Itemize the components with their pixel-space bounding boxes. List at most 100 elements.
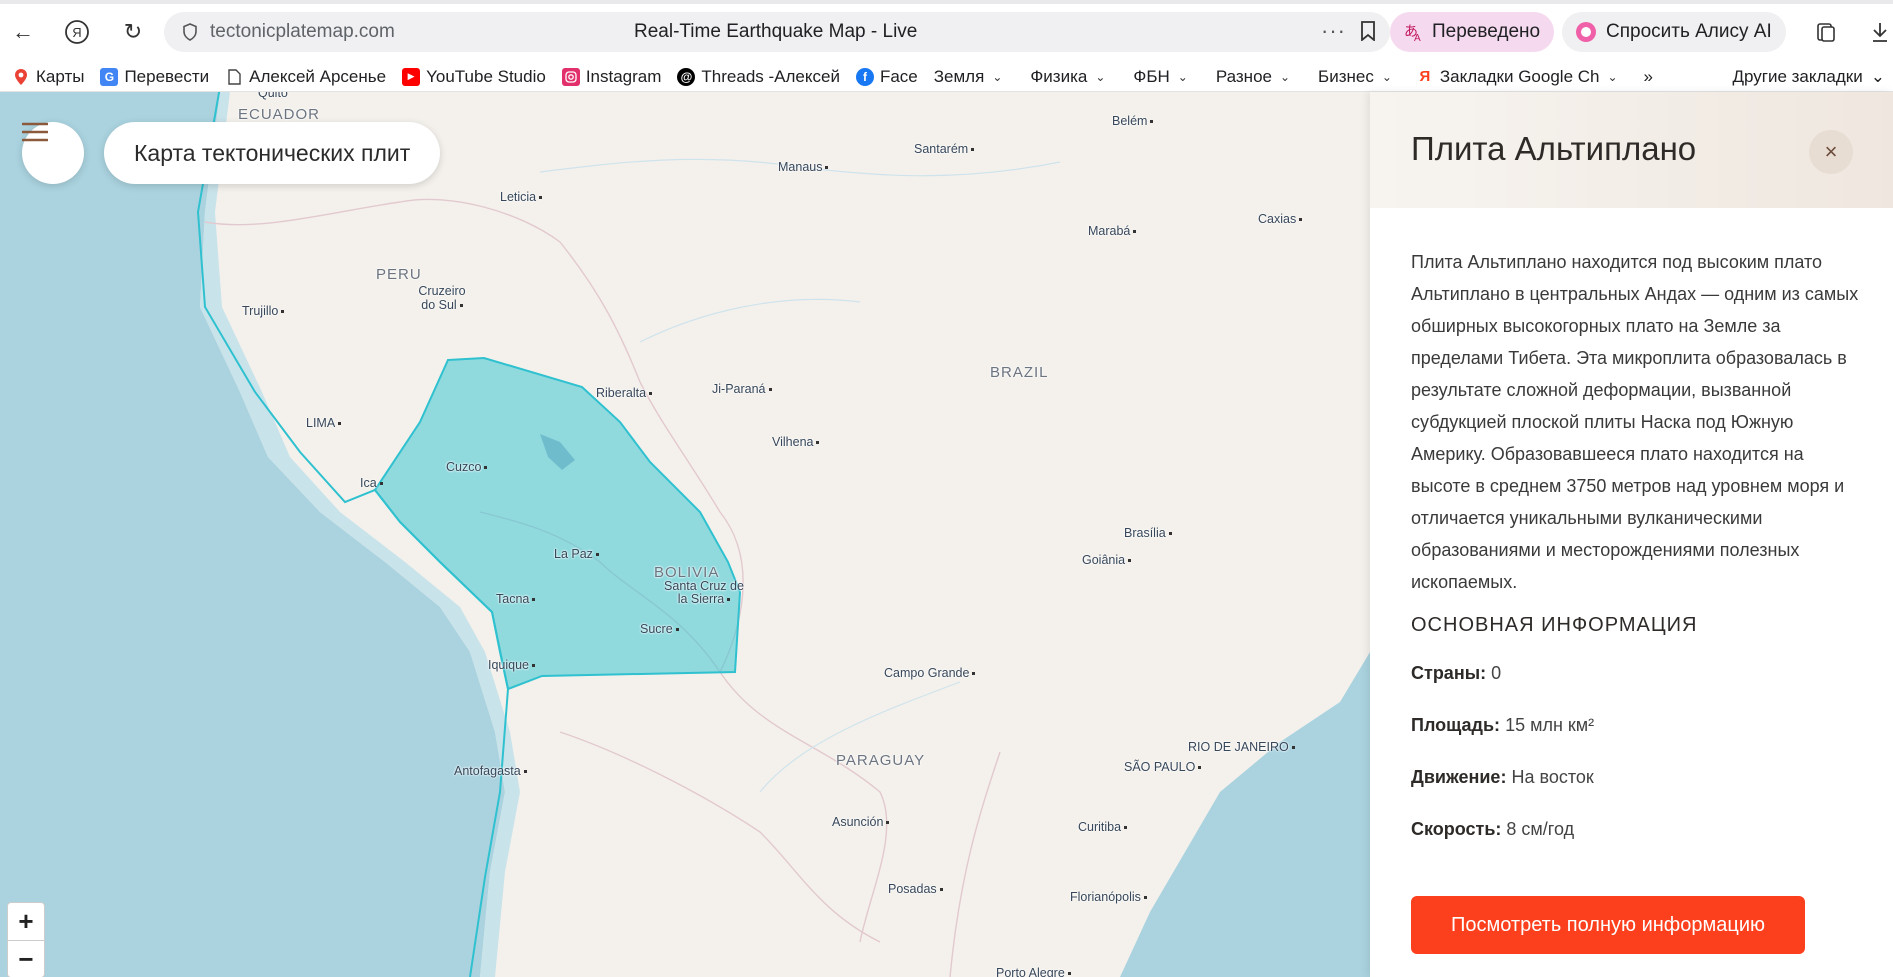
map-label: Santarém: [914, 142, 974, 156]
back-arrow-icon[interactable]: ←: [8, 17, 38, 47]
ask-alice-button[interactable]: Спросить Алису AI: [1562, 12, 1786, 52]
bookmark-label: Threads -Алексей: [701, 66, 840, 86]
map-label: Porto Alegre: [996, 966, 1071, 977]
panel-header: Плита Альтиплано ×: [1370, 92, 1893, 208]
bookmark-folder[interactable]: ФБН ⌄: [1133, 67, 1187, 87]
info-value: 15 млн км²: [1505, 715, 1595, 735]
collections-icon[interactable]: [1812, 18, 1840, 46]
zoom-control: + −: [7, 902, 45, 977]
plate-info-panel: Плита Альтиплано × Плита Альтиплано нахо…: [1370, 92, 1893, 977]
map-label: Riberalta: [596, 386, 652, 400]
bookmark-folder[interactable]: Земля ⌄: [934, 67, 1003, 87]
bookmark-item[interactable]: Карты: [12, 67, 84, 87]
map-label: Tacna: [496, 592, 535, 606]
bookmark-folder[interactable]: Физика ⌄: [1030, 67, 1105, 87]
info-row-speed: Скорость: 8 см/год: [1411, 819, 1574, 840]
bookmark-icon[interactable]: [1360, 21, 1376, 46]
svg-text:A: A: [1414, 33, 1421, 43]
chevron-down-icon: ⌄: [1279, 69, 1291, 84]
info-label: Движение:: [1411, 767, 1507, 787]
map-label: Vilhena: [772, 435, 819, 449]
map-label: PERU: [376, 266, 422, 283]
more-dots-icon[interactable]: ···: [1321, 18, 1346, 44]
other-bookmarks-label: Другие закладки: [1732, 66, 1863, 86]
info-row-countries: Страны: 0: [1411, 663, 1501, 684]
map-label: Iquique: [488, 658, 535, 672]
map-label: LIMA: [306, 416, 341, 430]
map-label: Cruzeiro do Sul: [412, 284, 472, 312]
url-text[interactable]: tectonicplatemap.com: [210, 21, 395, 43]
map-label: Ji-Paraná: [712, 382, 772, 396]
translated-badge[interactable]: あA Переведено: [1390, 12, 1555, 52]
bookmark-label: Закладки Google Ch: [1439, 66, 1600, 86]
view-full-info-button[interactable]: Посмотреть полную информацию: [1411, 896, 1805, 954]
translated-label: Переведено: [1432, 21, 1541, 42]
map-label: BRAZIL: [990, 364, 1049, 381]
map-label: Santa Cruz de la Sierra: [664, 579, 744, 606]
chevron-down-icon: ⌄: [1870, 66, 1885, 86]
hamburger-icon: [22, 122, 48, 142]
map-label: Asunción: [832, 815, 889, 829]
yandex-home-icon[interactable]: Я: [62, 17, 92, 47]
bookmark-item[interactable]: @ Threads -Алексей: [677, 67, 840, 87]
zoom-in-button[interactable]: +: [8, 903, 44, 940]
info-label: Площадь:: [1411, 715, 1501, 735]
translate-icon: あA: [1402, 21, 1424, 43]
map-label: Cuzco: [446, 460, 487, 474]
info-value: 8 см/год: [1506, 819, 1575, 839]
ask-alice-label: Спросить Алису AI: [1606, 21, 1772, 42]
youtube-icon: ▶: [402, 67, 421, 86]
bookmark-label: Алексей Арсенье: [249, 66, 387, 86]
map-canvas[interactable]: Карта тектонических плит ECUADOR Quito L…: [0, 92, 1370, 977]
overflow-chevron-icon: »: [1643, 66, 1654, 86]
bookmark-label: Физика: [1030, 66, 1088, 86]
close-icon: ×: [1824, 139, 1838, 164]
chevron-down-icon: ⌄: [1095, 69, 1106, 84]
bookmark-item[interactable]: G Перевести: [100, 67, 209, 87]
translate-icon: G: [100, 67, 119, 86]
map-label: La Paz: [554, 547, 599, 561]
page-title-text: Real-Time Earthquake Map - Live: [634, 21, 918, 42]
close-button[interactable]: ×: [1809, 130, 1853, 174]
info-label: Скорость:: [1411, 819, 1502, 839]
map-label: Sucre: [640, 622, 679, 636]
map-label: Belém: [1112, 114, 1153, 128]
map-label: Curitiba: [1078, 820, 1127, 834]
menu-button[interactable]: [22, 122, 84, 184]
bookmark-folder[interactable]: Разное ⌄: [1216, 67, 1290, 87]
panel-title: Плита Альтиплано: [1411, 130, 1697, 167]
info-value: На восток: [1511, 767, 1594, 787]
chevron-down-icon: ⌄: [1607, 69, 1618, 84]
bookmarks-overflow-button[interactable]: »: [1644, 67, 1653, 87]
info-label: Страны:: [1411, 663, 1487, 683]
map-label: Posadas: [888, 882, 943, 896]
map-label: Manaus: [778, 160, 828, 174]
map-label: Caxias: [1258, 212, 1302, 226]
bookmark-item[interactable]: Алексей Арсенье: [225, 67, 386, 87]
bookmark-item[interactable]: ▶ YouTube Studio: [402, 67, 546, 87]
download-icon[interactable]: [1866, 18, 1893, 46]
map-label: Ica: [360, 476, 383, 490]
address-bar[interactable]: tectonicplatemap.com Real-Time Earthquak…: [164, 12, 1390, 52]
threads-icon: @: [677, 67, 696, 86]
bookmark-folder[interactable]: Я Закладки Google Ch ⌄: [1416, 67, 1618, 87]
other-bookmarks-folder[interactable]: Другие закладки ⌄: [1732, 67, 1885, 87]
info-value: 0: [1491, 663, 1502, 683]
yandex-icon: Я: [1419, 68, 1431, 85]
bookmark-item[interactable]: f Face: [855, 67, 918, 87]
bookmark-label: Карты: [36, 66, 85, 86]
bookmark-folder[interactable]: Бизнес ⌄: [1318, 67, 1392, 87]
shield-icon[interactable]: [182, 23, 198, 46]
reload-icon[interactable]: ↻: [118, 17, 148, 47]
bookmark-label: YouTube Studio: [426, 66, 546, 86]
info-row-movement: Движение: На восток: [1411, 767, 1594, 788]
zoom-out-button[interactable]: −: [8, 940, 44, 977]
bookmarks-bar: Карты G Перевести Алексей Арсенье ▶ YouTub…: [0, 62, 1893, 92]
bookmark-label: Бизнес: [1318, 66, 1374, 86]
map-label: PARAGUAY: [836, 752, 926, 769]
chevron-down-icon: ⌄: [1381, 69, 1392, 84]
svg-text:Я: Я: [72, 25, 81, 40]
bookmark-item[interactable]: Instagram: [561, 67, 661, 87]
chevron-down-icon: ⌄: [1177, 69, 1188, 84]
map-label: Antofagasta: [454, 764, 527, 778]
